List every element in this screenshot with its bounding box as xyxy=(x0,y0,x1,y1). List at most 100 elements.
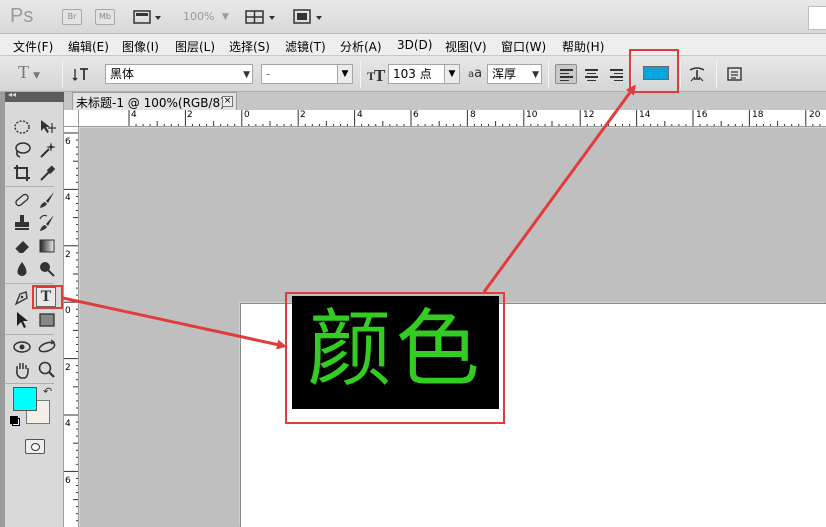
options-bar: T ▼ 黑体 ▼ - ▼ TT 103 点 ▼ aa 浑厚 ▼ xyxy=(0,56,826,92)
dodge-tool[interactable] xyxy=(37,259,57,279)
default-colors-icon-front[interactable] xyxy=(10,416,18,424)
chevron-down-icon: ▼ xyxy=(243,70,250,80)
menu-image[interactable]: 图像(I) xyxy=(122,38,159,55)
ruler-label: 8 xyxy=(470,110,476,120)
crop-tool[interactable] xyxy=(12,163,32,183)
move-tool[interactable] xyxy=(37,117,57,137)
antialias-select[interactable]: 浑厚 ▼ xyxy=(487,64,542,84)
ruler-label: 16 xyxy=(696,110,708,120)
character-panel-icon xyxy=(727,67,742,81)
zoom-dropdown-icon[interactable]: ▼ xyxy=(222,12,229,22)
history-brush-tool[interactable] xyxy=(37,213,57,233)
font-style-select[interactable]: - ▼ xyxy=(261,64,353,84)
gradient-tool[interactable] xyxy=(37,236,57,256)
menu-view[interactable]: 视图(V) xyxy=(445,38,487,55)
close-icon[interactable]: × xyxy=(222,96,233,107)
align-center-button[interactable] xyxy=(580,64,602,84)
foreground-color-swatch[interactable] xyxy=(13,387,37,411)
clone-stamp-tool[interactable] xyxy=(12,213,32,233)
brush-tool[interactable] xyxy=(37,190,57,210)
menu-select[interactable]: 选择(S) xyxy=(229,38,270,55)
screen-mode-button[interactable] xyxy=(292,8,326,26)
vertical-ruler-ticks xyxy=(64,132,78,522)
font-size-value: 103 点 xyxy=(393,67,432,81)
quick-mask-button[interactable] xyxy=(25,439,45,454)
vertical-ruler[interactable]: 6 4 2 0 2 4 6 xyxy=(64,127,79,527)
chevron-down-icon: ▼ xyxy=(444,65,459,83)
document-tab-title: 未标题-1 @ 100%(RGB/8) xyxy=(76,96,225,110)
swap-colors-icon[interactable]: ↶ xyxy=(43,385,52,398)
align-right-icon xyxy=(610,69,623,83)
magic-wand-tool[interactable] xyxy=(37,140,57,160)
tool-preset-picker[interactable]: T ▼ xyxy=(18,62,40,83)
document-tab[interactable]: 未标题-1 @ 100%(RGB/8) × xyxy=(72,92,237,110)
menu-edit[interactable]: 编辑(E) xyxy=(68,38,109,55)
ruler-label: 18 xyxy=(752,110,764,120)
crop-icon xyxy=(14,165,30,181)
dodge-icon xyxy=(40,262,55,277)
quick-mask-icon xyxy=(31,443,40,451)
divider xyxy=(360,60,361,88)
align-right-button[interactable] xyxy=(605,64,627,84)
ruler-label: 6 xyxy=(65,137,71,147)
zoom-tool[interactable] xyxy=(37,360,57,380)
healing-brush-tool[interactable] xyxy=(12,190,32,210)
font-family-select[interactable]: 黑体 ▼ xyxy=(105,64,253,84)
marquee-tool[interactable] xyxy=(12,117,32,137)
window-edge-panel xyxy=(808,6,826,30)
menu-help[interactable]: 帮助(H) xyxy=(562,38,604,55)
warp-text-icon xyxy=(689,67,705,82)
menu-layer[interactable]: 图层(L) xyxy=(175,38,215,55)
view-extras-icon xyxy=(133,10,161,24)
menu-window[interactable]: 窗口(W) xyxy=(501,38,546,55)
hand-tool[interactable] xyxy=(12,360,32,380)
highlight-type-tool xyxy=(32,285,63,309)
lasso-tool[interactable] xyxy=(12,140,32,160)
ruler-label: 4 xyxy=(65,193,71,203)
zoom-level[interactable]: 100% xyxy=(183,10,214,23)
text-orientation-button[interactable] xyxy=(70,64,92,84)
eraser-icon xyxy=(14,241,29,254)
antialias-icon: aa xyxy=(468,66,483,81)
ruler-label: 10 xyxy=(526,110,538,120)
align-left-button[interactable] xyxy=(555,64,577,84)
view-extras-button[interactable] xyxy=(133,8,163,26)
eyedropper-tool[interactable] xyxy=(37,163,57,183)
eraser-tool[interactable] xyxy=(12,236,32,256)
divider xyxy=(4,334,54,335)
ruler-origin[interactable] xyxy=(64,110,79,127)
ruler-label: 14 xyxy=(639,110,651,120)
text-orientation-icon xyxy=(72,68,88,81)
menu-filter[interactable]: 滤镜(T) xyxy=(285,38,326,55)
ruler-label: 2 xyxy=(187,110,193,120)
highlight-color-swatch xyxy=(629,49,679,93)
menu-3d[interactable]: 3D(D) xyxy=(397,38,432,52)
character-panel-button[interactable] xyxy=(724,64,746,84)
collapse-icon[interactable]: ◂◂ xyxy=(8,90,16,99)
warp-text-button[interactable] xyxy=(686,64,708,84)
pen-tool[interactable] xyxy=(12,287,32,307)
rectangle-tool[interactable] xyxy=(37,310,57,330)
arrange-documents-button[interactable] xyxy=(245,8,279,26)
ruler-label: 2 xyxy=(300,110,306,120)
tools-panel-header[interactable]: ◂◂ xyxy=(5,90,64,102)
eyedropper-icon xyxy=(40,165,56,181)
bridge-button[interactable]: Br xyxy=(62,9,82,25)
blur-tool[interactable] xyxy=(12,259,32,279)
font-size-input[interactable]: 103 点 ▼ xyxy=(388,64,460,84)
horizontal-ruler[interactable]: 4 2 0 2 4 6 8 10 12 14 16 18 20 xyxy=(79,110,826,127)
divider xyxy=(4,383,54,384)
3d-rotate-tool[interactable] xyxy=(12,337,32,357)
menu-analysis[interactable]: 分析(A) xyxy=(340,38,382,55)
font-style-value: - xyxy=(266,67,271,81)
ruler-label: 12 xyxy=(583,110,595,120)
ruler-label: 2 xyxy=(65,363,71,373)
align-left-icon xyxy=(560,69,573,83)
mini-bridge-button[interactable]: Mb xyxy=(95,9,115,25)
menu-file[interactable]: 文件(F) xyxy=(13,38,53,55)
path-selection-tool[interactable] xyxy=(12,310,32,330)
ruler-label: 4 xyxy=(131,110,137,120)
ellipse-marquee-icon xyxy=(14,120,30,134)
magic-wand-icon xyxy=(40,142,56,158)
3d-orbit-tool[interactable] xyxy=(37,337,57,357)
